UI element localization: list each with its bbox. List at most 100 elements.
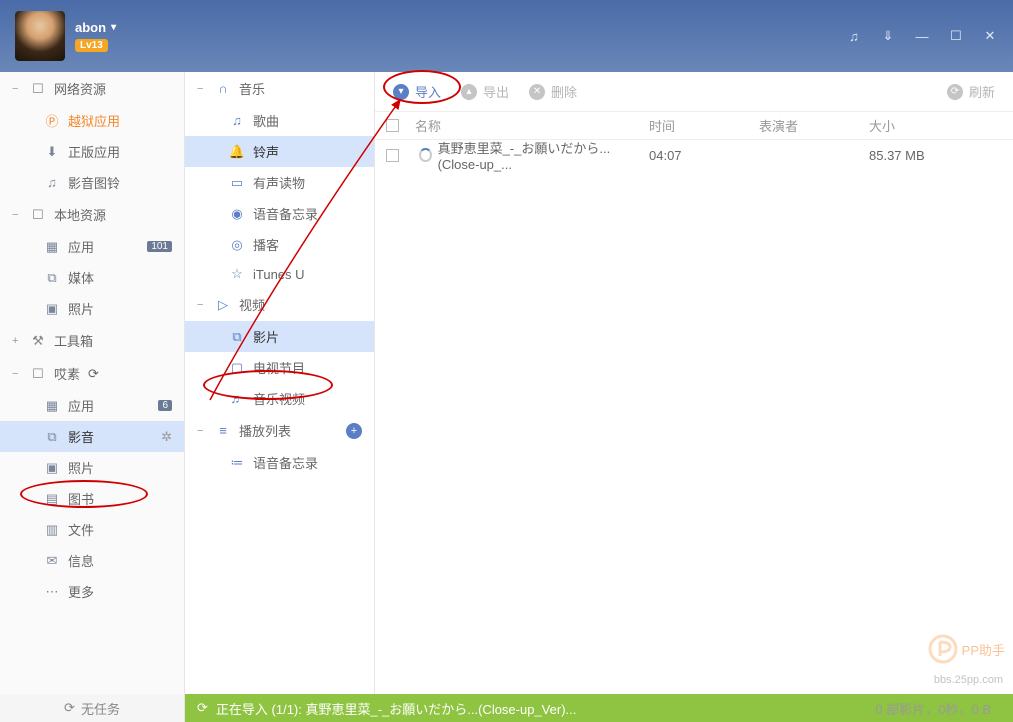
message-icon: ✉ [44, 553, 60, 569]
bell-icon: 🔔 [229, 144, 245, 160]
nav-item-照片[interactable]: ▣ 照片 [0, 293, 184, 324]
nav-item-影片[interactable]: ⧉ 影片 [185, 321, 374, 352]
close-icon[interactable]: ✕ [982, 28, 998, 44]
badge: 101 [147, 241, 172, 252]
nav-item-文件[interactable]: ▥ 文件 [0, 514, 184, 545]
export-button[interactable]: ▴ 导出 [461, 82, 509, 101]
nav-item-label: 图书 [68, 489, 94, 508]
export-icon: ▴ [461, 84, 477, 100]
checkbox[interactable] [386, 149, 399, 162]
audiobook-icon: ▭ [229, 175, 245, 191]
more-icon: ⋯ [44, 584, 60, 600]
nav-item-有声读物[interactable]: ▭ 有声读物 [185, 167, 374, 198]
delete-icon: ✕ [529, 84, 545, 100]
video-icon: ▷ [215, 297, 231, 313]
th-artist[interactable]: 表演者 [759, 116, 869, 135]
camera-icon: ⧉ [44, 270, 60, 286]
th-name[interactable]: 名称 [409, 116, 649, 135]
nav-item-语音备忘录[interactable]: ≔ 语音备忘录 [185, 447, 374, 478]
nav-item-label: 影音 [68, 427, 94, 446]
download-icon: ⬇ [44, 144, 60, 160]
nav-group-header[interactable]: − ☐ 本地资源 [0, 198, 184, 231]
row-name: 真野恵里菜_-_お願いだから...(Close-up_... [438, 138, 649, 172]
refresh-icon[interactable]: ⟳ [88, 366, 99, 382]
nav-item-更多[interactable]: ⋯ 更多 [0, 576, 184, 607]
task-icon: ⟳ [64, 700, 75, 716]
nav-group-header[interactable]: − ☐ 网络资源 [0, 72, 184, 105]
toggle-icon: + [12, 335, 22, 347]
level-badge: Lv13 [75, 39, 108, 52]
film-icon: ⧉ [229, 329, 245, 345]
status-no-task[interactable]: ⟳ 无任务 [0, 694, 185, 722]
nav-item-铃声[interactable]: 🔔 铃声 [185, 136, 374, 167]
row-size: 85.37 MB [869, 148, 969, 163]
status-importing[interactable]: ⟳ 正在导入 (1/1): 真野恵里菜_-_お願いだから...(Close-up… [185, 694, 1013, 722]
nav-group-header[interactable]: − ≡ 播放列表 + [185, 414, 374, 447]
nav-item-label: 播客 [253, 235, 279, 254]
nav-item-越狱应用[interactable]: Ⓟ 越狱应用 [0, 105, 184, 136]
nav-item-应用[interactable]: ▦ 应用 101 [0, 231, 184, 262]
watermark-logo: PP助手 [928, 634, 1005, 664]
nav-item-信息[interactable]: ✉ 信息 [0, 545, 184, 576]
itunesu-icon: ☆ [229, 266, 245, 282]
nav-group-header[interactable]: − ▷ 视频 [185, 288, 374, 321]
nav-item-应用[interactable]: ▦ 应用 6 [0, 390, 184, 421]
menu-icon[interactable]: ⇓ [880, 28, 896, 44]
table-body: 真野恵里菜_-_お願いだから...(Close-up_... 04:07 85.… [375, 140, 1013, 170]
nav-item-label: 应用 [68, 237, 94, 256]
nav-item-电视节目[interactable]: ▢ 电视节目 [185, 352, 374, 383]
nav-item-媒体[interactable]: ⧉ 媒体 [0, 262, 184, 293]
nav-item-label: 语音备忘录 [253, 204, 318, 223]
sync-icon: ⟳ [197, 700, 208, 716]
th-size[interactable]: 大小 [869, 116, 969, 135]
refresh-button[interactable]: ⟳ 刷新 [947, 82, 995, 101]
nav-item-label: 影片 [253, 327, 279, 346]
memo-list-icon: ≔ [229, 455, 245, 471]
nav-item-图书[interactable]: ▤ 图书 [0, 483, 184, 514]
nav-item-label: 音乐视频 [253, 389, 305, 408]
toggle-icon: − [12, 83, 22, 95]
nav-item-音乐视频[interactable]: ♬ 音乐视频 [185, 383, 374, 414]
group-label: 网络资源 [54, 79, 106, 98]
username[interactable]: abon ▾ [75, 20, 116, 35]
camera-icon: ⧉ [44, 429, 60, 445]
photo-icon: ▣ [44, 301, 60, 317]
nav-item-影音[interactable]: ⧉ 影音 ✲ [0, 421, 184, 452]
podcast-icon: ◎ [229, 237, 245, 253]
checkbox[interactable] [386, 119, 399, 132]
delete-button[interactable]: ✕ 删除 [529, 82, 577, 101]
refresh-icon: ⟳ [947, 84, 963, 100]
th-check[interactable] [375, 119, 409, 132]
nav-group-header[interactable]: − ☐ 哎素 ⟳ [0, 357, 184, 390]
add-icon[interactable]: + [346, 423, 362, 439]
dropdown-caret-icon: ▾ [111, 22, 116, 33]
playlist-icon: ≡ [215, 423, 231, 439]
nav-item-iTunes U[interactable]: ☆ iTunes U [185, 260, 374, 288]
table-row[interactable]: 真野恵里菜_-_お願いだから...(Close-up_... 04:07 85.… [375, 140, 1013, 170]
minimize-icon[interactable]: — [914, 28, 930, 44]
nav-item-语音备忘录[interactable]: ◉ 语音备忘录 [185, 198, 374, 229]
avatar[interactable] [15, 11, 65, 61]
nav-item-影音图铃[interactable]: ♫ 影音图铃 [0, 167, 184, 198]
nav-item-label: 文件 [68, 520, 94, 539]
nav-group-header[interactable]: − ∩ 音乐 [185, 72, 374, 105]
nav-item-label: 铃声 [253, 142, 279, 161]
mv-icon: ♬ [229, 391, 245, 407]
nav-group-header[interactable]: + ⚒ 工具箱 [0, 324, 184, 357]
nav-item-label: 歌曲 [253, 111, 279, 130]
nav-item-歌曲[interactable]: ♫ 歌曲 [185, 105, 374, 136]
nav-item-label: 语音备忘录 [253, 453, 318, 472]
headphones-icon: ∩ [215, 81, 231, 97]
music-note-icon: ♫ [229, 113, 245, 129]
group-label: 哎素 [54, 364, 80, 383]
import-button[interactable]: ▾ 导入 [393, 82, 441, 101]
watermark-url: bbs.25pp.com [934, 674, 1003, 686]
nav-item-正版应用[interactable]: ⬇ 正版应用 [0, 136, 184, 167]
nav-item-照片[interactable]: ▣ 照片 [0, 452, 184, 483]
nav-item-播客[interactable]: ◎ 播客 [185, 229, 374, 260]
tv-icon: ▢ [229, 360, 245, 376]
maximize-icon[interactable]: ☐ [948, 28, 964, 44]
th-time[interactable]: 时间 [649, 116, 759, 135]
nav-item-label: 媒体 [68, 268, 94, 287]
music-icon[interactable]: ♫ [846, 28, 862, 44]
